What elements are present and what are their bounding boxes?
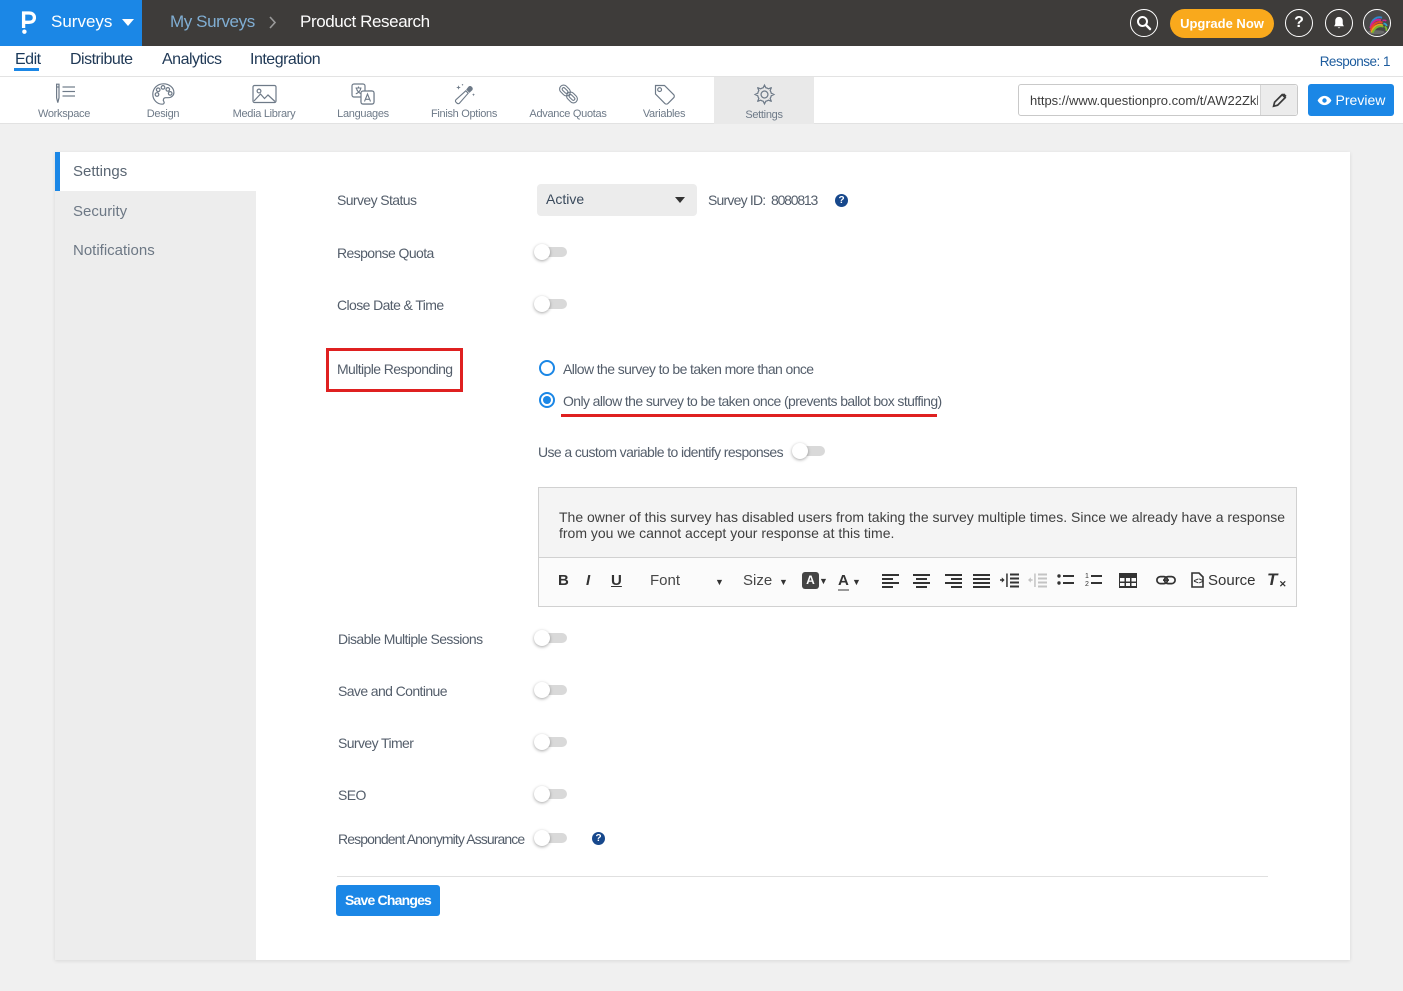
svg-text:2: 2 (1085, 581, 1089, 588)
svg-text:1: 1 (1085, 573, 1089, 580)
svg-text:<>: <> (1194, 576, 1205, 586)
